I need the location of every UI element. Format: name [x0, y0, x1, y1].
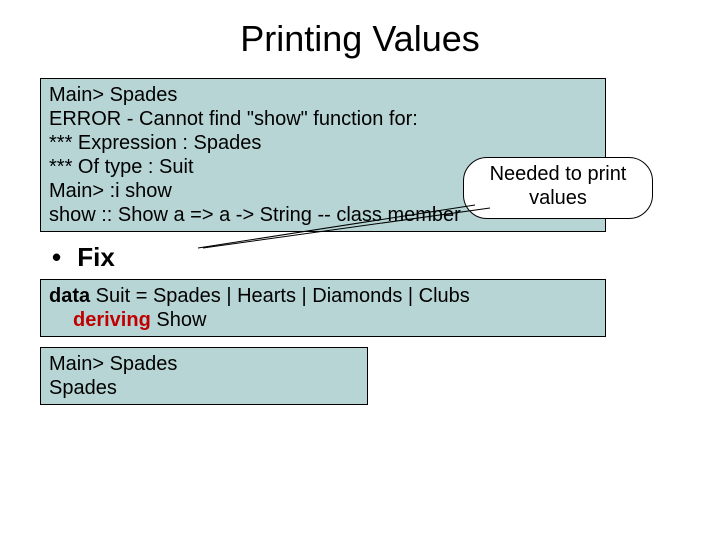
code-line: data Suit = Spades | Hearts | Diamonds |…	[49, 284, 597, 308]
bullet-dot-icon: •	[52, 242, 70, 273]
code-text: Suit = Spades | Hearts | Diamonds | Club…	[90, 285, 470, 307]
slide-title: Printing Values	[0, 0, 720, 70]
code-line: *** Expression : Spades	[49, 131, 597, 155]
code-line: ERROR - Cannot find "show" function for:	[49, 107, 597, 131]
callout-line: values	[478, 186, 638, 210]
data-declaration-box: data Suit = Spades | Hearts | Diamonds |…	[40, 279, 606, 337]
callout-line: Needed to print	[478, 162, 638, 186]
code-text: Show	[151, 309, 207, 331]
keyword-deriving: deriving	[73, 309, 151, 331]
bullet-text: Fix	[77, 242, 115, 272]
annotation-callout: Needed to print values	[463, 157, 653, 219]
keyword-data: data	[49, 285, 90, 307]
code-line: Main> Spades	[49, 83, 597, 107]
code-line: deriving Show	[49, 308, 597, 332]
repl-result-box: Main> Spades Spades	[40, 347, 368, 405]
bullet-item: • Fix	[52, 242, 720, 273]
code-line: Spades	[49, 376, 359, 400]
code-line: Main> Spades	[49, 352, 359, 376]
